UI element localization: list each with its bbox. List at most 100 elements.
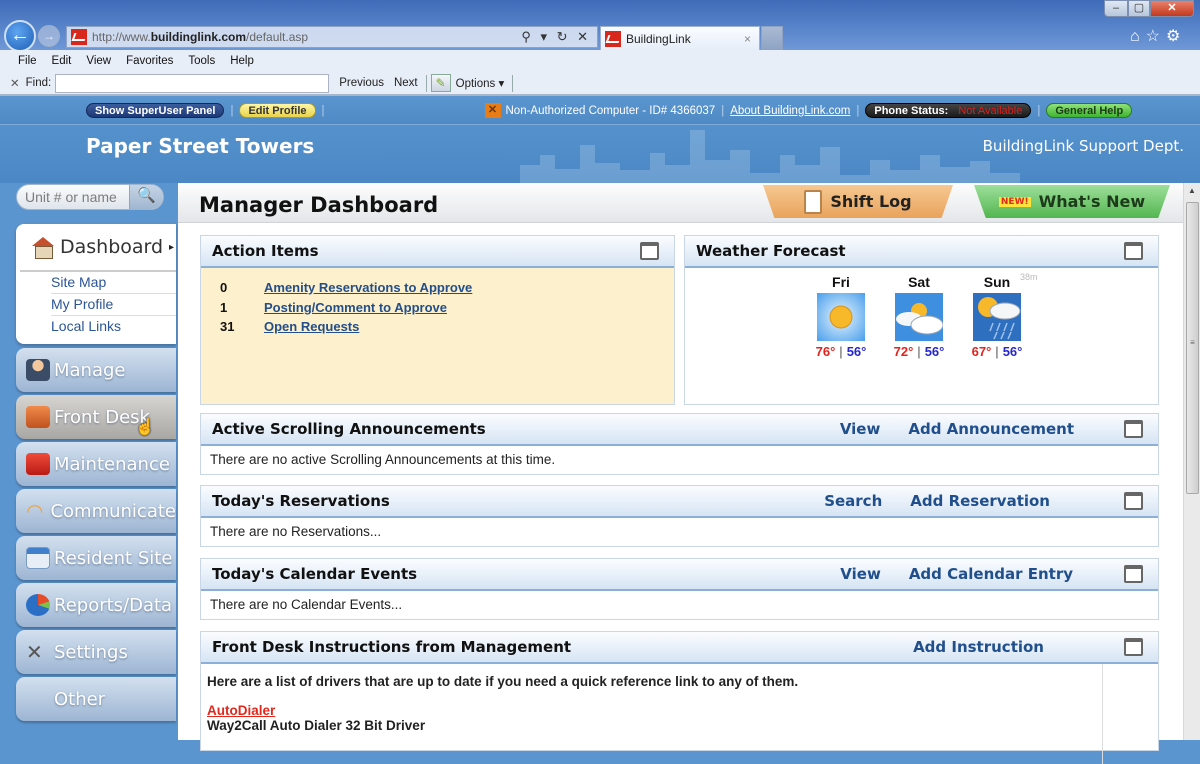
add-calendar-entry-link[interactable]: Add Calendar Entry	[909, 565, 1073, 583]
divider	[512, 74, 514, 92]
edit-profile-button[interactable]: Edit Profile	[239, 103, 316, 118]
url-path: /default.asp	[246, 30, 309, 44]
nav-label: Resident Site	[54, 547, 173, 569]
new-tab-button[interactable]	[761, 26, 783, 50]
phone-status-badge[interactable]: Phone Status: Not Available	[865, 103, 1032, 118]
instruction-description: Way2Call Auto Dialer 32 Bit Driver	[207, 718, 426, 733]
wifi-icon: ◠	[26, 499, 44, 523]
menu-tools[interactable]: Tools	[188, 55, 215, 67]
site-header: Paper Street Towers BuildingLink Support…	[0, 125, 1200, 183]
reservations-panel: Today's Reservations Search Add Reservat…	[200, 485, 1159, 547]
house-icon	[32, 237, 54, 259]
address-bar-tools[interactable]: ⚲ ▾ ↻ ✕	[521, 29, 597, 45]
find-options-button[interactable]: Options ▾	[456, 76, 505, 90]
action-item-link[interactable]: Posting/Comment to Approve	[264, 300, 447, 320]
scroll-thumb[interactable]: ≡	[1186, 202, 1199, 494]
toolbox-icon	[26, 453, 50, 475]
autodialer-link[interactable]: AutoDialer	[207, 703, 1096, 718]
divider: |	[856, 104, 860, 117]
action-item-count: 0	[220, 280, 228, 295]
low-temp: 56°	[1002, 344, 1023, 359]
minimize-panel-icon[interactable]	[1124, 420, 1143, 438]
nav-label: Maintenance	[54, 453, 170, 475]
maximize-button[interactable]: ▢	[1128, 0, 1150, 17]
action-item-row: 1 Posting/Comment to Approve	[220, 300, 674, 320]
menu-edit[interactable]: Edit	[52, 55, 72, 67]
chevron-right-icon: ▸	[168, 241, 174, 253]
announcements-panel: Active Scrolling Announcements View Add …	[200, 413, 1159, 475]
sidebar-item-manage[interactable]: Manage	[16, 348, 176, 392]
add-instruction-link[interactable]: Add Instruction	[913, 638, 1044, 656]
find-next-button[interactable]: Next	[394, 77, 418, 89]
url-prefix: http://www.	[92, 30, 151, 44]
panel-title: Active Scrolling Announcements	[212, 420, 486, 438]
minimize-panel-icon[interactable]	[640, 242, 659, 260]
action-item-link[interactable]: Amenity Reservations to Approve	[264, 280, 472, 300]
find-close-icon[interactable]: ✕	[10, 76, 20, 90]
vertical-scrollbar[interactable]: ▲ ≡	[1183, 183, 1200, 740]
address-bar[interactable]: http://www. buildinglink.com/default.asp …	[66, 26, 598, 48]
action-item-count: 1	[220, 299, 228, 315]
panel-header: Active Scrolling Announcements View Add …	[201, 414, 1158, 446]
search-reservations-link[interactable]: Search	[824, 492, 882, 510]
forecast-day-name: Sat	[908, 274, 930, 290]
shift-log-tab[interactable]: Shift Log	[763, 185, 953, 218]
close-window-button[interactable]: ✕	[1150, 0, 1194, 17]
menu-view[interactable]: View	[86, 55, 111, 67]
minimize-panel-icon[interactable]	[1124, 638, 1143, 656]
highlight-icon[interactable]: ✎	[430, 74, 451, 92]
browser-tools-icons[interactable]: ⌂☆⚙	[1130, 26, 1186, 46]
minimize-button[interactable]: –	[1104, 0, 1128, 17]
nav-label: Settings	[54, 641, 128, 663]
minimize-panel-icon[interactable]	[1124, 242, 1143, 260]
url-host: buildinglink.com	[150, 30, 247, 44]
instructions-body: Here are a list of drivers that are up t…	[201, 664, 1103, 764]
add-reservation-link[interactable]: Add Reservation	[910, 492, 1050, 510]
browser-tab[interactable]: BuildingLink ×	[600, 26, 760, 50]
instructions-intro: Here are a list of drivers that are up t…	[207, 674, 799, 689]
sidebar-item-resident-site[interactable]: Resident Site	[16, 536, 176, 580]
high-temp: 72°	[893, 344, 914, 359]
action-item-link[interactable]: Open Requests	[264, 319, 359, 339]
sidebar-link-site-map[interactable]: Site Map	[51, 272, 176, 294]
find-previous-button[interactable]: Previous	[339, 77, 384, 89]
sidebar-item-maintenance[interactable]: Maintenance	[16, 442, 176, 486]
front-desk-instructions-panel: Front Desk Instructions from Management …	[200, 631, 1159, 764]
forecast-age: 38m	[1020, 272, 1038, 282]
menu-help[interactable]: Help	[230, 55, 254, 67]
sidebar-item-communicate[interactable]: ◠ Communicate	[16, 489, 176, 533]
forecast-temps: 76° | 56°	[802, 344, 880, 359]
forward-button[interactable]: →	[38, 25, 60, 47]
show-superuser-panel-button[interactable]: Show SuperUser Panel	[86, 103, 225, 118]
sidebar-item-settings[interactable]: ✕ Settings	[16, 630, 176, 674]
view-announcements-link[interactable]: View	[840, 420, 881, 438]
computer-status: Non-Authorized Computer - ID# 4366037	[505, 104, 716, 117]
divider: |	[995, 344, 999, 359]
find-input[interactable]	[55, 73, 330, 93]
about-link[interactable]: About BuildingLink.com	[730, 105, 850, 117]
general-help-button[interactable]: General Help	[1046, 103, 1133, 118]
back-button[interactable]: ←	[4, 20, 36, 52]
sidebar-item-dashboard[interactable]: Dashboard ▸	[20, 224, 176, 272]
low-temp: 56°	[924, 344, 945, 359]
minimize-panel-icon[interactable]	[1124, 565, 1143, 583]
sidebar-link-local-links[interactable]: Local Links	[51, 316, 176, 338]
search-icon[interactable]: 🔍	[129, 185, 163, 209]
tab-close-icon[interactable]: ×	[744, 32, 751, 46]
sidebar-link-my-profile[interactable]: My Profile	[51, 294, 176, 316]
minimize-panel-icon[interactable]	[1124, 492, 1143, 510]
tab-favicon-icon	[605, 30, 621, 47]
scroll-up-arrow-icon[interactable]: ▲	[1184, 183, 1200, 199]
menu-file[interactable]: File	[18, 55, 37, 67]
sidebar-item-reports-data[interactable]: Reports/Data	[16, 583, 176, 627]
menu-favorites[interactable]: Favorites	[126, 55, 173, 67]
calendar-events-panel: Today's Calendar Events View Add Calenda…	[200, 558, 1159, 620]
forecast-day-name: Fri	[832, 274, 850, 290]
unit-search-input[interactable]	[17, 186, 129, 208]
website-icon	[26, 547, 50, 569]
add-announcement-link[interactable]: Add Announcement	[908, 420, 1074, 438]
view-calendar-link[interactable]: View	[840, 565, 881, 583]
sidebar-item-other[interactable]: Other	[16, 677, 176, 721]
whats-new-tab[interactable]: NEW! What's New	[974, 185, 1170, 218]
action-items-panel: Action Items 0 Amenity Reservations to A…	[200, 235, 675, 405]
